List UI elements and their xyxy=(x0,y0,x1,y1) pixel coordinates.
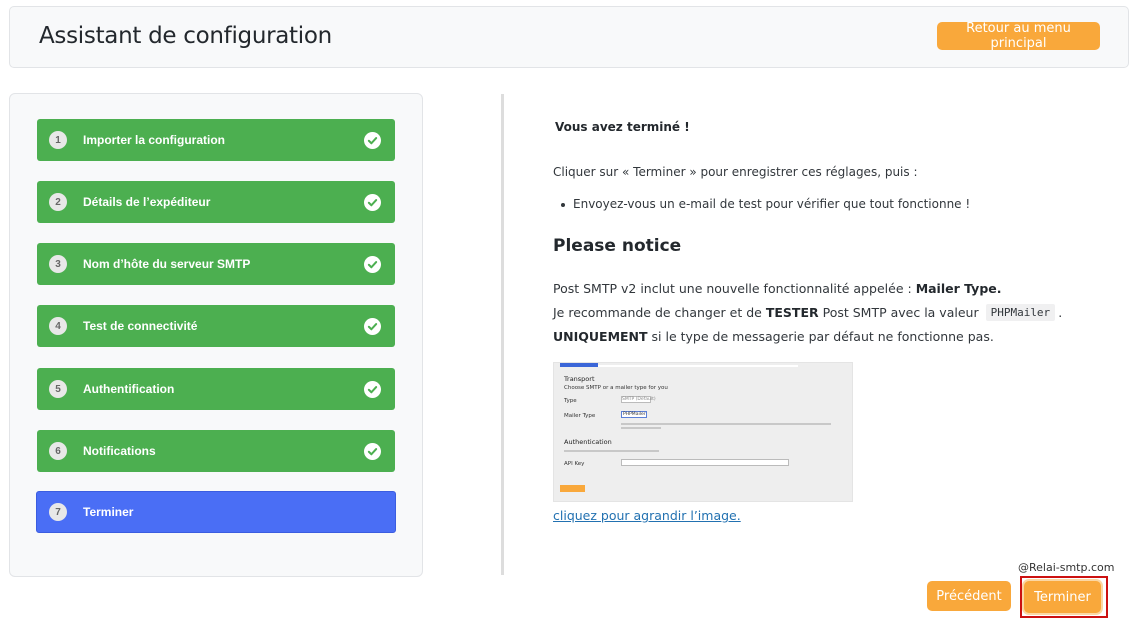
step-import-configuration[interactable]: 1 Importer la configuration xyxy=(37,119,395,161)
step-label: Détails de l’expéditeur xyxy=(83,195,211,209)
step-authentication[interactable]: 5 Authentification xyxy=(37,368,395,410)
step-number: 2 xyxy=(49,193,67,211)
step-smtp-hostname[interactable]: 3 Nom d’hôte du serveur SMTP xyxy=(37,243,395,285)
step-label: Terminer xyxy=(83,505,134,519)
screenshot-choose-text: Choose SMTP or a mailer type for you xyxy=(564,385,668,391)
mailer-type-screenshot[interactable]: Transport Choose SMTP or a mailer type f… xyxy=(553,362,853,502)
step-number: 7 xyxy=(49,503,67,521)
step-number: 3 xyxy=(49,255,67,273)
step-number: 6 xyxy=(49,442,67,460)
line3-suffix: si le type de messagerie par défaut ne f… xyxy=(651,329,994,344)
vertical-divider xyxy=(501,94,504,575)
line1-prefix: Post SMTP v2 inclut une nouvelle fonctio… xyxy=(553,281,912,296)
notice-line-2: Je recommande de changer et de TESTER Po… xyxy=(553,304,1062,321)
screenshot-transport-label: Transport xyxy=(564,375,595,383)
screenshot-type-value: SMTP (Default) xyxy=(622,397,656,402)
line2-middle: Post SMTP avec la valeur xyxy=(822,305,979,320)
screenshot-hint-line xyxy=(621,423,831,425)
check-icon xyxy=(364,442,381,460)
step-connectivity-test[interactable]: 4 Test de connectivité xyxy=(37,305,395,347)
notice-line-1: Post SMTP v2 inclut une nouvelle fonctio… xyxy=(553,281,1002,296)
instructions-text: Cliquer sur « Terminer » pour enregistre… xyxy=(553,165,918,179)
screenshot-apikey-field xyxy=(621,459,789,466)
uniquement-text: UNIQUEMENT xyxy=(553,329,648,344)
notice-line-3: UNIQUEMENT si le type de messagerie par … xyxy=(553,329,994,344)
screenshot-tab-bar xyxy=(560,363,598,367)
page-title: Assistant de configuration xyxy=(39,23,332,49)
step-number: 1 xyxy=(49,131,67,149)
screenshot-type-label: Type xyxy=(564,398,577,404)
phpmailer-code: PHPMailer xyxy=(985,304,1056,321)
finished-heading: Vous avez terminé ! xyxy=(555,120,690,134)
check-icon xyxy=(364,317,381,335)
step-label: Test de connectivité xyxy=(83,319,198,333)
steps-panel: 1 Importer la configuration 2 Détails de… xyxy=(9,93,423,577)
back-to-main-menu-button[interactable]: Retour au menu principal xyxy=(937,21,1100,51)
step-finish[interactable]: 7 Terminer xyxy=(36,491,396,533)
notice-heading: Please notice xyxy=(553,236,682,256)
check-icon xyxy=(364,131,381,149)
screenshot-top-line xyxy=(598,365,798,367)
step-label: Notifications xyxy=(83,444,156,458)
bullet-text: Envoyez-vous un e-mail de test pour véri… xyxy=(573,197,971,211)
screenshot-hint-line-2 xyxy=(621,427,661,429)
finish-button[interactable]: Terminer xyxy=(1024,581,1101,613)
bullet-dot xyxy=(561,203,565,207)
screenshot-save-button xyxy=(560,485,585,492)
wizard-header: Assistant de configuration Retour au men… xyxy=(9,6,1129,68)
watermark: @Relai-smtp.com xyxy=(1018,561,1115,574)
step-notifications[interactable]: 6 Notifications xyxy=(37,430,395,472)
mailer-type-text: Mailer Type. xyxy=(915,281,1002,296)
screenshot-apikey-label: API Key xyxy=(564,461,585,467)
step-label: Nom d’hôte du serveur SMTP xyxy=(83,257,251,271)
screenshot-mailer-value: PHPMailer xyxy=(623,412,646,417)
check-icon xyxy=(364,255,381,273)
check-icon xyxy=(364,193,381,211)
screenshot-auth-label: Authentication xyxy=(564,438,612,446)
check-icon xyxy=(364,380,381,398)
screenshot-mailer-label: Mailer Type xyxy=(564,413,596,419)
screenshot-auth-hint xyxy=(564,450,659,452)
line2-prefix: Je recommande de changer et de xyxy=(553,305,762,320)
step-sender-details[interactable]: 2 Détails de l’expéditeur xyxy=(37,181,395,223)
step-number: 4 xyxy=(49,317,67,335)
step-number: 5 xyxy=(49,380,67,398)
line2-suffix: . xyxy=(1058,305,1063,320)
tester-text: TESTER xyxy=(765,305,819,320)
previous-button[interactable]: Précédent xyxy=(927,581,1011,611)
enlarge-image-link[interactable]: cliquez pour agrandir l’image. xyxy=(553,508,741,523)
step-label: Authentification xyxy=(83,382,175,396)
step-label: Importer la configuration xyxy=(83,133,226,147)
